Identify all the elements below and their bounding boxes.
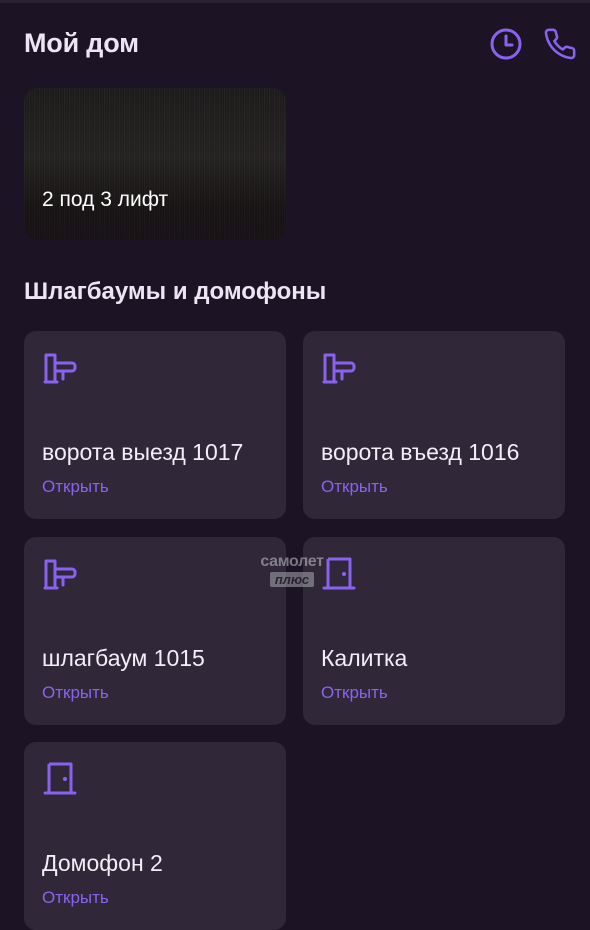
section-title: Шлагбаумы и домофоны: [24, 278, 327, 305]
history-button[interactable]: [488, 26, 524, 62]
open-link[interactable]: Открыть: [42, 477, 109, 497]
open-link[interactable]: Открыть: [42, 683, 109, 703]
door-icon: [43, 762, 77, 795]
device-card-wicket[interactable]: Калитка Открыть: [303, 537, 565, 725]
device-name: шлагбаум 1015: [42, 645, 205, 671]
device-card-barrier[interactable]: шлагбаум 1015 Открыть: [24, 537, 286, 725]
device-name: Домофон 2: [42, 850, 163, 876]
device-name: ворота въезд 1016: [321, 439, 520, 465]
phone-icon: [544, 28, 576, 60]
call-button[interactable]: [542, 26, 578, 62]
device-card-gate-exit[interactable]: ворота выезд 1017 Открыть: [24, 331, 286, 519]
watermark-line2: плюс: [269, 572, 315, 587]
status-divider: [0, 0, 590, 3]
barrier-icon: [43, 353, 77, 384]
watermark-logo: самолет плюс: [251, 553, 333, 589]
device-card-intercom[interactable]: Домофон 2 Открыть: [24, 742, 286, 930]
open-link[interactable]: Открыть: [321, 683, 388, 703]
barrier-icon: [322, 353, 356, 384]
open-link[interactable]: Открыть: [321, 477, 388, 497]
page-title: Мой дом: [24, 28, 139, 58]
open-link[interactable]: Открыть: [42, 888, 109, 908]
camera-preview-card[interactable]: 2 под 3 лифт: [24, 88, 286, 240]
header: Мой дом: [24, 26, 578, 66]
barrier-icon: [43, 559, 77, 590]
camera-label: 2 под 3 лифт: [42, 188, 169, 211]
device-name: ворота выезд 1017: [42, 439, 244, 465]
device-card-gate-entry[interactable]: ворота въезд 1016 Открыть: [303, 331, 565, 519]
watermark-line1: самолет: [260, 553, 324, 570]
clock-icon: [490, 28, 522, 60]
device-name: Калитка: [321, 645, 408, 671]
